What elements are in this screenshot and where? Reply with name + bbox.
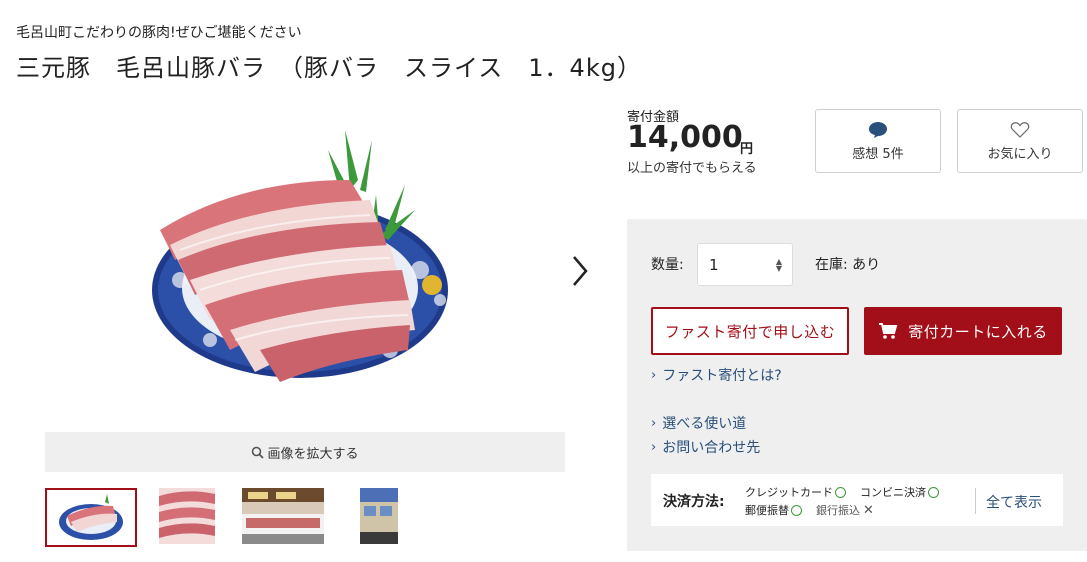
price-amount: 14,000 [627,120,743,155]
usage-link[interactable]: › 選べる使い道 [651,413,746,433]
payment-method-list: クレジットカード コンビニ決済 [745,484,939,500]
chevron-right-icon [573,256,588,286]
next-image-arrow[interactable] [566,253,594,289]
show-all-payments-link[interactable]: 全て表示 [986,492,1042,512]
zoom-image-label: 画像を拡大する [267,446,359,462]
main-product-image[interactable] [140,110,470,410]
payment-title: 決済方法: [663,494,725,510]
fast-donation-label: ファスト寄付で申し込む [664,322,836,341]
unavailable-cross-icon: ✕ [863,502,874,518]
available-circle-icon [835,486,846,498]
payment-method-convenience: コンビニ決済 [860,486,926,499]
price-note: 以上の寄付でもらえる [627,161,757,176]
heart-icon [1010,121,1030,138]
fast-donation-button[interactable]: ファスト寄付で申し込む [651,307,849,355]
chevron-right-icon: › [651,367,657,383]
contact-link[interactable]: › お問い合わせ先 [651,437,760,457]
magnifier-icon [252,446,265,459]
select-arrows-icon: ▲ ▼ [775,257,782,273]
available-circle-icon [791,504,802,516]
favorite-button[interactable]: お気に入り [957,109,1083,173]
contact-label: お問い合わせ先 [662,440,761,456]
thumbnail-shop-exterior[interactable] [360,488,398,547]
add-to-cart-button[interactable]: 寄付カートに入れる [864,307,1062,355]
available-circle-icon [928,486,939,498]
payment-method-bank: 銀行振込 [816,504,860,517]
payment-method-list-2: 郵便振替 銀行振込 ✕ [745,502,874,518]
thumbnail-pork-slices[interactable] [159,488,215,547]
reviews-button[interactable]: 感想 5件 [815,109,941,173]
quantity-value: 1 [709,255,719,274]
fast-donation-help-link[interactable]: › ファスト寄付とは? [651,365,782,385]
speech-bubble-icon [869,121,887,138]
chevron-right-icon: › [651,439,657,455]
quantity-select[interactable]: 1 ▲ ▼ [697,243,793,286]
reviews-label: 感想 5件 [852,146,904,162]
quantity-label: 数量: [651,257,684,273]
product-subtitle: 毛呂山町こだわりの豚肉!ぜひご堪能ください [16,25,302,41]
add-to-cart-label: 寄付カートに入れる [908,322,1048,341]
payment-method-postal: 郵便振替 [745,504,789,517]
cart-icon [879,323,898,339]
product-title: 三元豚 毛呂山豚バラ （豚バラ スライス 1．4kg） [16,54,642,82]
thumbnail-meat-shop-counter[interactable] [242,488,324,547]
usage-label: 選べる使い道 [662,416,747,432]
price-unit: 円 [740,142,754,157]
stock-status: 在庫: あり [815,257,881,273]
zoom-image-button[interactable]: 画像を拡大する [45,432,565,472]
favorite-label: お気に入り [987,146,1053,162]
chevron-right-icon: › [651,415,657,431]
payment-method-credit: クレジットカード [745,486,833,499]
payment-divider [975,488,976,514]
thumbnail-pork-platter[interactable] [45,488,137,547]
fast-donation-help-label: ファスト寄付とは? [662,368,782,384]
